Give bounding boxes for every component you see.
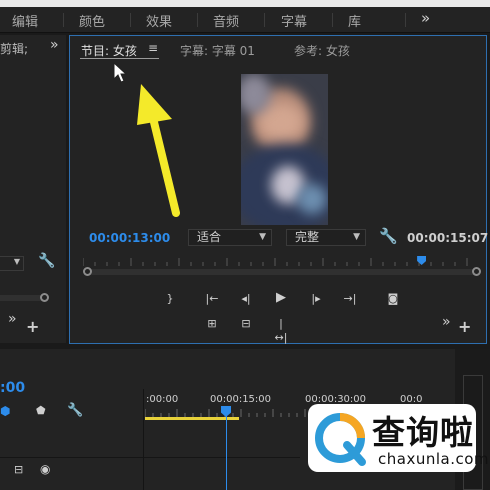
arrow-head [137, 84, 172, 125]
watermark-sub-text: chaxunla.com [378, 450, 489, 468]
watermark-main-text: 查询啦 [372, 413, 474, 452]
mouse-cursor-icon [113, 62, 127, 83]
arrow-shaft [149, 114, 180, 217]
watermark-q-icon [315, 413, 366, 466]
watermark-logo: 查询啦 chaxunla.com [308, 404, 489, 472]
